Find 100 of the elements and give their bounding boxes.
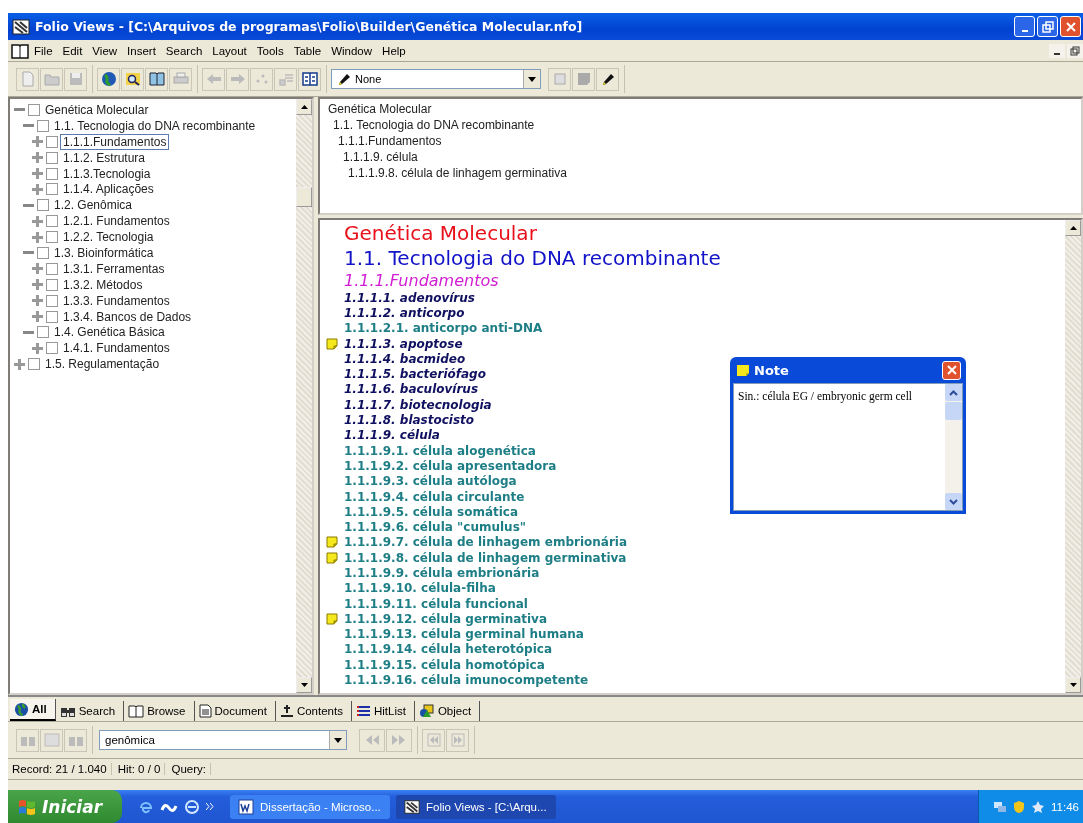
expand-icon[interactable]: [32, 295, 43, 307]
expand-icon[interactable]: [32, 152, 43, 164]
restore-button[interactable]: [1037, 16, 1058, 37]
restore-button[interactable]: [1067, 43, 1083, 58]
print-icon[interactable]: [169, 67, 192, 91]
style-dropdown[interactable]: None: [331, 69, 541, 89]
close-button[interactable]: [942, 360, 961, 380]
breadcrumb-item[interactable]: 1.1.1.9.8. célula de linhagem germinativa: [348, 166, 567, 180]
start-button[interactable]: Iniciar: [8, 790, 122, 823]
taskbar-button[interactable]: Folio Views - [C:\Arqu...: [396, 794, 556, 819]
tab[interactable]: All: [10, 699, 56, 721]
checkbox[interactable]: [37, 326, 49, 339]
note-icon[interactable]: [326, 612, 338, 625]
chevron-icon[interactable]: [206, 803, 214, 810]
menu-item[interactable]: Help: [377, 44, 411, 57]
tab[interactable]: Browse: [124, 701, 195, 721]
save-icon[interactable]: [64, 67, 87, 91]
menu-item[interactable]: Table: [288, 44, 327, 57]
search-icon[interactable]: [121, 67, 144, 91]
taskbar-button[interactable]: Dissertação - Microso...: [230, 794, 390, 819]
browser-icon[interactable]: [184, 798, 200, 815]
layout-icon[interactable]: [298, 67, 321, 91]
tree-item[interactable]: 1.1.3.Tecnologia: [61, 166, 153, 181]
expand-icon[interactable]: [32, 311, 43, 322]
tree-item[interactable]: 1.3.2. Métodos: [61, 277, 145, 292]
menu-item[interactable]: View: [87, 44, 123, 57]
globe-icon[interactable]: [97, 67, 120, 91]
checkbox[interactable]: [46, 342, 58, 355]
next-hit-icon[interactable]: [386, 728, 412, 752]
note-icon[interactable]: [326, 551, 338, 564]
checkbox[interactable]: [46, 183, 58, 196]
checkbox[interactable]: [28, 358, 40, 371]
scrollbar[interactable]: [1065, 220, 1081, 693]
checkbox[interactable]: [46, 231, 58, 244]
checkbox[interactable]: [37, 246, 49, 259]
expand-icon[interactable]: [32, 136, 43, 148]
expand-icon[interactable]: [14, 358, 25, 370]
network-icon[interactable]: [993, 799, 1008, 814]
menu-item[interactable]: Search: [160, 44, 208, 57]
minimize-button[interactable]: [1014, 16, 1035, 37]
tree-item[interactable]: 1.1. Tecnologia do DNA recombinante: [52, 118, 258, 133]
search-field[interactable]: genômica: [99, 730, 347, 750]
previous-hit-icon[interactable]: [359, 728, 385, 752]
tree-item[interactable]: 1.2.1. Fundamentos: [61, 214, 172, 229]
checkbox[interactable]: [46, 167, 58, 180]
menu-item[interactable]: Tools: [251, 44, 289, 57]
checkbox[interactable]: [37, 119, 49, 132]
shield-icon[interactable]: [1013, 799, 1026, 814]
checkbox[interactable]: [46, 278, 58, 291]
checkbox[interactable]: [37, 199, 49, 212]
new-document-icon[interactable]: [16, 67, 39, 91]
menu-item[interactable]: Insert: [122, 44, 161, 57]
menu-item[interactable]: Window: [326, 44, 378, 57]
menu-item[interactable]: Layout: [207, 44, 252, 57]
note-icon[interactable]: [326, 337, 338, 350]
next-document-icon[interactable]: [446, 728, 469, 752]
checkbox[interactable]: [46, 294, 58, 307]
open-folder-icon[interactable]: [40, 67, 63, 91]
expand-icon[interactable]: [32, 231, 43, 243]
tree-item[interactable]: Genética Molecular: [43, 102, 151, 117]
note-icon[interactable]: [326, 536, 338, 549]
scrollbar[interactable]: [296, 99, 312, 693]
expand-icon[interactable]: [32, 263, 43, 275]
expand-icon[interactable]: [32, 183, 43, 195]
tree-item[interactable]: 1.3.1. Ferramentas: [61, 261, 167, 276]
minimize-button[interactable]: [1049, 43, 1065, 58]
binoculars-icon[interactable]: [64, 728, 87, 752]
checkbox[interactable]: [46, 151, 58, 164]
tree-item[interactable]: 1.3.4. Bancos de Dados: [61, 309, 194, 324]
scroll-up-icon[interactable]: [296, 99, 312, 115]
expand-icon[interactable]: [32, 215, 43, 227]
checkbox[interactable]: [46, 135, 58, 148]
tab[interactable]: Search: [55, 701, 125, 721]
highlighter-icon[interactable]: [596, 67, 619, 91]
tree-item[interactable]: 1.3. Bioinformática: [52, 245, 156, 260]
star-icon[interactable]: [1031, 799, 1046, 814]
binoculars-icon[interactable]: [16, 728, 39, 752]
tab[interactable]: Document: [194, 701, 276, 721]
tree-item[interactable]: 1.1.4. Aplicações: [61, 182, 156, 197]
scroll-down-icon[interactable]: [1065, 677, 1081, 693]
checkbox[interactable]: [28, 103, 40, 116]
book-icon[interactable]: [145, 67, 168, 91]
scroll-up-icon[interactable]: [1065, 220, 1081, 236]
tree-item[interactable]: 1.1.2. Estrutura: [61, 150, 148, 165]
tab[interactable]: Object: [414, 701, 481, 721]
tree-item[interactable]: 1.1.1.Fundamentos: [61, 134, 169, 149]
tab[interactable]: HitList: [351, 701, 415, 721]
page-icon[interactable]: [548, 67, 571, 91]
expand-icon[interactable]: [32, 342, 43, 354]
tree-item[interactable]: 1.2. Genômica: [52, 198, 135, 213]
tab[interactable]: Contents: [275, 701, 352, 721]
tree-item[interactable]: 1.2.2. Tecnologia: [61, 230, 156, 245]
breadcrumb-item[interactable]: 1.1.1.Fundamentos: [338, 134, 442, 148]
scroll-down-icon[interactable]: [296, 677, 312, 693]
scrollbar[interactable]: [945, 384, 962, 510]
menu-item[interactable]: File: [29, 44, 58, 57]
expand-icon[interactable]: [32, 168, 43, 179]
checkbox[interactable]: [46, 215, 58, 228]
tree-item[interactable]: 1.5. Regulamentação: [43, 357, 162, 372]
sparkle-icon[interactable]: [250, 67, 273, 91]
